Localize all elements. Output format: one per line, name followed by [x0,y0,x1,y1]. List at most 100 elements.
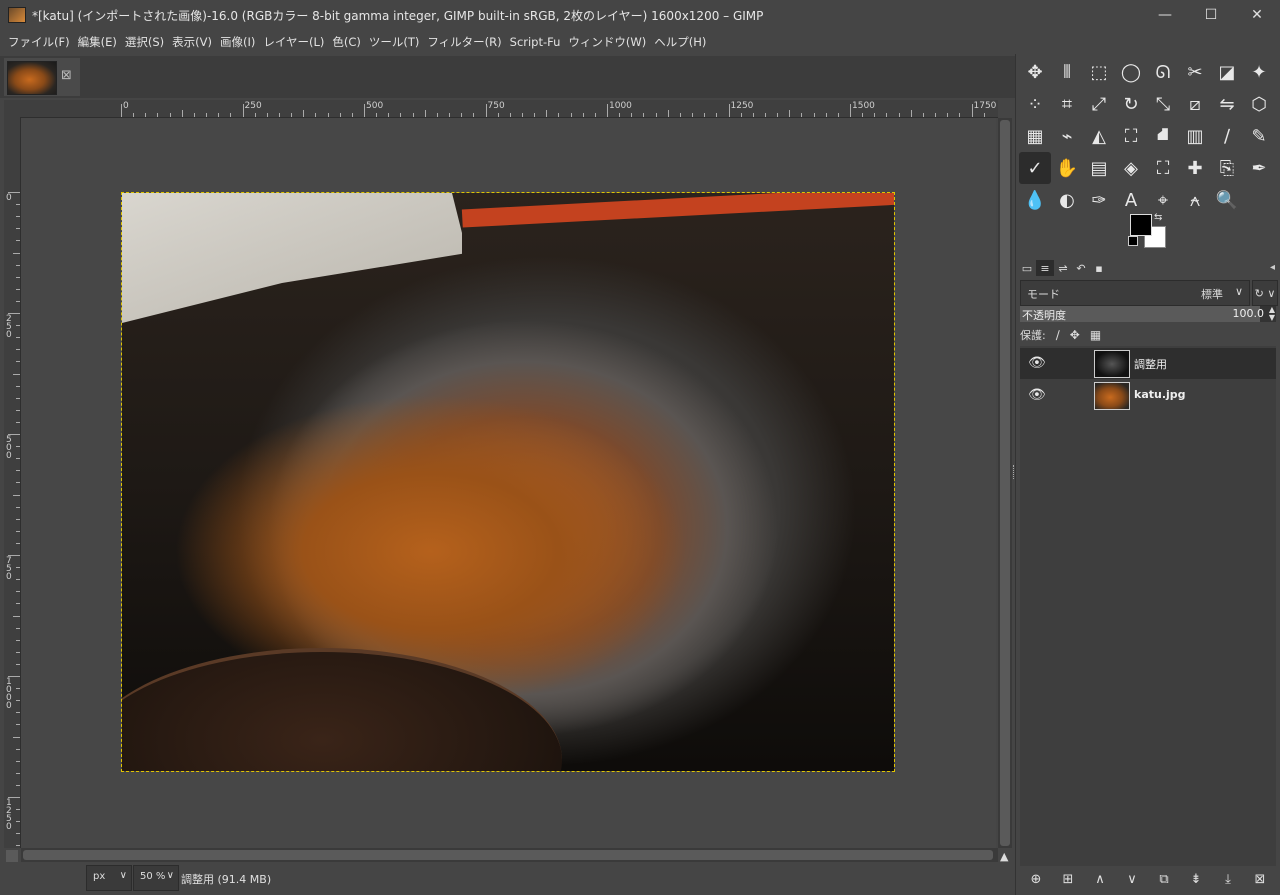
merge-down-icon[interactable]: ⇟ [1186,872,1206,887]
composite-mode-button[interactable]: ↻ ∨ [1252,280,1278,306]
foreground-color-swatch[interactable] [1130,214,1152,236]
close-tab-icon[interactable]: ⊠ [61,68,72,83]
clone-tool-icon[interactable]: ⛶ [1147,152,1179,184]
scissors-select-tool-icon[interactable]: ✂ [1179,56,1211,88]
menu-tools[interactable]: ツール(T) [365,34,424,50]
tab-layers-icon[interactable]: ≡ [1036,260,1054,276]
visibility-eye-icon[interactable]: 👁 [1028,387,1046,403]
unified-transform-tool-icon[interactable]: ⤢ [1083,88,1115,120]
tab-brushes-icon[interactable]: ▪ [1090,260,1108,276]
horizontal-scrollbar[interactable] [21,848,998,862]
menu-file[interactable]: ファイル(F) [4,34,74,50]
image-canvas[interactable] [121,192,895,772]
new-layer-group-icon[interactable]: ⊞ [1058,872,1078,887]
ruler-minor-tick [813,113,815,117]
layer-row-adjust[interactable]: 👁 調整用 [1020,348,1276,379]
warp-transform-tool-icon[interactable]: ⌁ [1051,120,1083,152]
layer-row-katu[interactable]: 👁 katu.jpg [1020,380,1276,411]
horizontal-scroll-thumb[interactable] [23,850,993,860]
smudge-active-tool-icon[interactable]: ✓ [1019,152,1051,184]
menu-edit[interactable]: 編集(E) [74,34,121,50]
layer-name[interactable]: katu.jpg [1134,388,1186,401]
menu-image[interactable]: 画像(I) [216,34,259,50]
perspective-tool-icon[interactable]: ⬡ [1243,88,1275,120]
eraser-tool-icon[interactable]: ◈ [1115,152,1147,184]
chevron-down-icon: ∨ [1234,285,1243,298]
menu-view[interactable]: 表示(V) [168,34,216,50]
delete-layer-icon[interactable]: ⊠ [1250,872,1270,887]
menu-windows[interactable]: ウィンドウ(W) [564,34,650,50]
minimize-button[interactable]: — [1142,0,1188,30]
by-color-select-tool-icon[interactable]: ⁘ [1019,88,1051,120]
raise-layer-icon[interactable]: ∧ [1090,872,1110,887]
vertical-ruler[interactable]: 0 250 500 750 1000 1250 [4,117,21,848]
horizontal-ruler[interactable]: 0 250 500 750 1000 1250 1500 1750 [20,100,998,118]
cage-transform-tool-icon[interactable]: ⛶ [1115,120,1147,152]
layer-name[interactable]: 調整用 [1134,356,1167,372]
opacity-spin-icon[interactable]: ▲ ▼ [1269,306,1275,322]
vertical-scroll-thumb[interactable] [1000,120,1010,846]
visibility-eye-icon[interactable]: 👁 [1028,355,1046,371]
image-tab-katu[interactable]: ⊠ [4,58,80,96]
layer-mode-dropdown[interactable]: モード 標準 ∨ [1020,280,1250,306]
gradient-tool-icon[interactable]: ▥ [1179,120,1211,152]
measure-tool-icon[interactable]: ⍲ [1179,184,1211,216]
handle-transform-tool-icon[interactable]: ◭ [1083,120,1115,152]
flip-tool-icon[interactable]: ⇋ [1211,88,1243,120]
add-mask-icon[interactable]: ⤓ [1218,872,1238,887]
vertical-scrollbar[interactable] [998,118,1012,848]
zoom-dropdown[interactable]: 50 % ∨ [133,865,179,891]
align-tool-icon[interactable]: ⫴ [1051,56,1083,88]
move-tool-icon[interactable]: ✥ [1019,56,1051,88]
tab-images-icon[interactable]: ▭ [1018,260,1036,276]
dodge-tool-icon[interactable]: ◐ [1051,184,1083,216]
scale-tool-icon[interactable]: ⤡ [1147,88,1179,120]
menu-filters[interactable]: フィルター(R) [423,34,505,50]
menu-layer[interactable]: レイヤー(L) [259,34,328,50]
paintbrush-tool-icon[interactable]: ∕ [1211,120,1243,152]
lock-position-icon[interactable]: ✥ [1070,328,1080,342]
shear-tool-icon[interactable]: ⧄ [1179,88,1211,120]
ruler-minor-tick [436,113,438,117]
menu-select[interactable]: 選択(S) [121,34,168,50]
menu-script-fu[interactable]: Script-Fu [506,35,565,49]
new-layer-icon[interactable]: ⊕ [1026,872,1046,887]
quick-mask-toggle-icon[interactable] [6,850,18,862]
3d-transform-tool-icon[interactable]: ▦ [1019,120,1051,152]
duplicate-layer-icon[interactable]: ⧉ [1154,872,1174,887]
tab-paths-icon[interactable]: ⇌ [1054,260,1072,276]
tab-undo-icon[interactable]: ↶ [1072,260,1090,276]
menu-colors[interactable]: 色(C) [328,34,365,50]
ruler-minor-tick [16,276,20,278]
airbrush-tool-icon[interactable]: ✋ [1051,152,1083,184]
opacity-slider[interactable]: 不透明度 100.0 ▲ ▼ [1020,306,1276,322]
pencil-tool-icon[interactable]: ✎ [1243,120,1275,152]
rotate-tool-icon[interactable]: ↻ [1115,88,1147,120]
perspective-clone-tool-icon[interactable]: ⎘ [1211,152,1243,184]
fuzzy-select-tool-icon[interactable]: ✦ [1243,56,1275,88]
default-colors-icon[interactable] [1128,236,1138,246]
lock-pixels-icon[interactable]: ∕ [1056,328,1060,342]
menu-help[interactable]: ヘルプ(H) [650,34,710,50]
bucket-fill-tool-icon[interactable]: ⛘ [1147,120,1179,152]
close-button[interactable]: ✕ [1234,0,1280,30]
lower-layer-icon[interactable]: ∨ [1122,872,1142,887]
swap-colors-icon[interactable]: ⇆ [1154,212,1162,223]
mypaint-brush-tool-icon[interactable]: ▤ [1083,152,1115,184]
foreground-select-tool-icon[interactable]: ◪ [1211,56,1243,88]
ruler-minor-tick [16,579,20,581]
blur-tool-icon[interactable]: 💧 [1019,184,1051,216]
unit-dropdown[interactable]: px ∨ [86,865,132,891]
lock-alpha-icon[interactable]: ▦ [1090,328,1101,342]
zoom-tool-icon[interactable]: 🔍 [1211,184,1243,216]
rect-select-tool-icon[interactable]: ⬚ [1083,56,1115,88]
ink-tool-icon[interactable]: ✒ [1243,152,1275,184]
heal-tool-icon[interactable]: ✚ [1179,152,1211,184]
dock-menu-icon[interactable]: ◂ [1270,262,1275,273]
ellipse-select-tool-icon[interactable]: ◯ [1115,56,1147,88]
ruler-corner[interactable] [4,100,20,117]
free-select-tool-icon[interactable]: ᘏ [1147,56,1179,88]
path-tool-icon[interactable]: ✑ [1083,184,1115,216]
crop-tool-icon[interactable]: ⌗ [1051,88,1083,120]
maximize-button[interactable]: ☐ [1188,0,1234,30]
